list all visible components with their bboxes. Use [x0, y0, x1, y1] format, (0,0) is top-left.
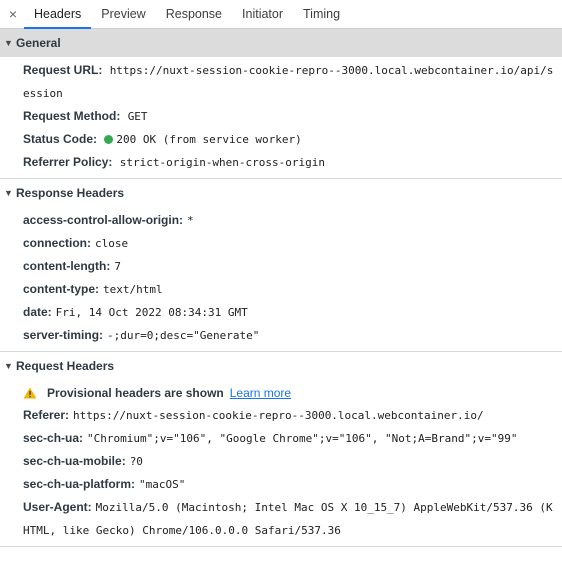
header-value: https://nuxt-session-cookie-repro--3000.… — [73, 409, 484, 422]
request-headers-header[interactable]: ▼ Request Headers — [0, 352, 562, 380]
response-header-row: content-length: 7 — [0, 255, 562, 278]
warning-text: Provisional headers are shown — [47, 386, 224, 400]
tab-preview[interactable]: Preview — [91, 0, 155, 28]
header-value: "Chromium";v="106", "Google Chrome";v="1… — [87, 432, 518, 445]
triangle-down-icon: ▼ — [4, 188, 13, 198]
request-url-key: Request URL: — [23, 63, 103, 77]
header-key: date: — [23, 305, 52, 319]
tab-initiator[interactable]: Initiator — [232, 0, 293, 28]
triangle-down-icon: ▼ — [4, 38, 13, 48]
response-headers-header[interactable]: ▼ Response Headers — [0, 179, 562, 207]
header-value: ?0 — [129, 455, 143, 468]
tab-headers[interactable]: Headers — [24, 0, 92, 29]
request-method-value: GET — [127, 110, 148, 123]
devtools-tab-bar: × Headers Preview Response Initiator Tim… — [0, 0, 562, 29]
general-title: General — [16, 36, 61, 50]
header-key: content-length: — [23, 259, 111, 273]
request-headers-section: ▼ Request Headers Provisional headers ar… — [0, 352, 562, 547]
status-ok-icon — [104, 135, 114, 144]
header-key: content-type: — [23, 282, 99, 296]
response-header-row: server-timing: -;dur=0;desc="Generate" — [0, 324, 562, 347]
referrer-policy-value: strict-origin-when-cross-origin — [119, 156, 326, 169]
close-icon[interactable]: × — [0, 0, 24, 28]
header-value: * — [187, 214, 194, 227]
request-url-value: https://nuxt-session-cookie-repro--3000.… — [23, 64, 554, 100]
response-header-row: connection: close — [0, 232, 562, 255]
header-key: sec-ch-ua: — [23, 431, 84, 445]
header-value: -;dur=0;desc="Generate" — [107, 329, 260, 342]
status-code-value: 200 OK (from service worker) — [116, 133, 302, 146]
referrer-policy-key: Referrer Policy: — [23, 155, 113, 169]
header-key: User-Agent: — [23, 500, 92, 514]
request-header-row: sec-ch-ua-platform: "macOS" — [0, 473, 562, 496]
request-headers-title: Request Headers — [16, 359, 115, 373]
request-header-row: sec-ch-ua-mobile: ?0 — [0, 450, 562, 473]
response-header-row: access-control-allow-origin: * — [0, 209, 562, 232]
tab-response[interactable]: Response — [156, 0, 232, 28]
header-key: sec-ch-ua-mobile: — [23, 454, 126, 468]
response-header-row: date: Fri, 14 Oct 2022 08:34:31 GMT — [0, 301, 562, 324]
header-value: "macOS" — [139, 478, 186, 491]
header-value: text/html — [103, 283, 163, 296]
request-method-key: Request Method: — [23, 109, 121, 123]
learn-more-link[interactable]: Learn more — [230, 382, 291, 404]
request-url-row: Request URL: https://nuxt-session-cookie… — [0, 59, 562, 105]
status-code-row: Status Code: 200 OK (from service worker… — [0, 128, 562, 151]
request-header-row: Referer: https://nuxt-session-cookie-repr… — [0, 404, 562, 427]
header-key: connection: — [23, 236, 91, 250]
request-header-row: User-Agent: Mozilla/5.0 (Macintosh; Intel… — [0, 496, 562, 542]
header-key: Referer: — [23, 408, 70, 422]
response-header-row: content-type: text/html — [0, 278, 562, 301]
provisional-warning: Provisional headers are shown Learn more — [0, 382, 562, 404]
status-code-key: Status Code: — [23, 132, 98, 146]
header-key: sec-ch-ua-platform: — [23, 477, 136, 491]
header-key: server-timing: — [23, 328, 104, 342]
general-section: ▼ General Request URL: https://nuxt-sess… — [0, 29, 562, 179]
header-value: close — [95, 237, 129, 250]
warning-icon — [23, 387, 37, 399]
referrer-policy-row: Referrer Policy: strict-origin-when-cros… — [0, 151, 562, 174]
header-value: 7 — [114, 260, 121, 273]
general-header[interactable]: ▼ General — [0, 29, 562, 57]
tab-timing[interactable]: Timing — [293, 0, 350, 28]
triangle-down-icon: ▼ — [4, 361, 13, 371]
header-value: Mozilla/5.0 (Macintosh; Intel Mac OS X 1… — [23, 501, 553, 537]
response-headers-title: Response Headers — [16, 186, 125, 200]
response-headers-section: ▼ Response Headers access-control-allow-… — [0, 179, 562, 352]
request-method-row: Request Method: GET — [0, 105, 562, 128]
header-value: Fri, 14 Oct 2022 08:34:31 GMT — [55, 306, 248, 319]
request-header-row: sec-ch-ua: "Chromium";v="106", "Google Ch… — [0, 427, 562, 450]
header-key: access-control-allow-origin: — [23, 213, 184, 227]
